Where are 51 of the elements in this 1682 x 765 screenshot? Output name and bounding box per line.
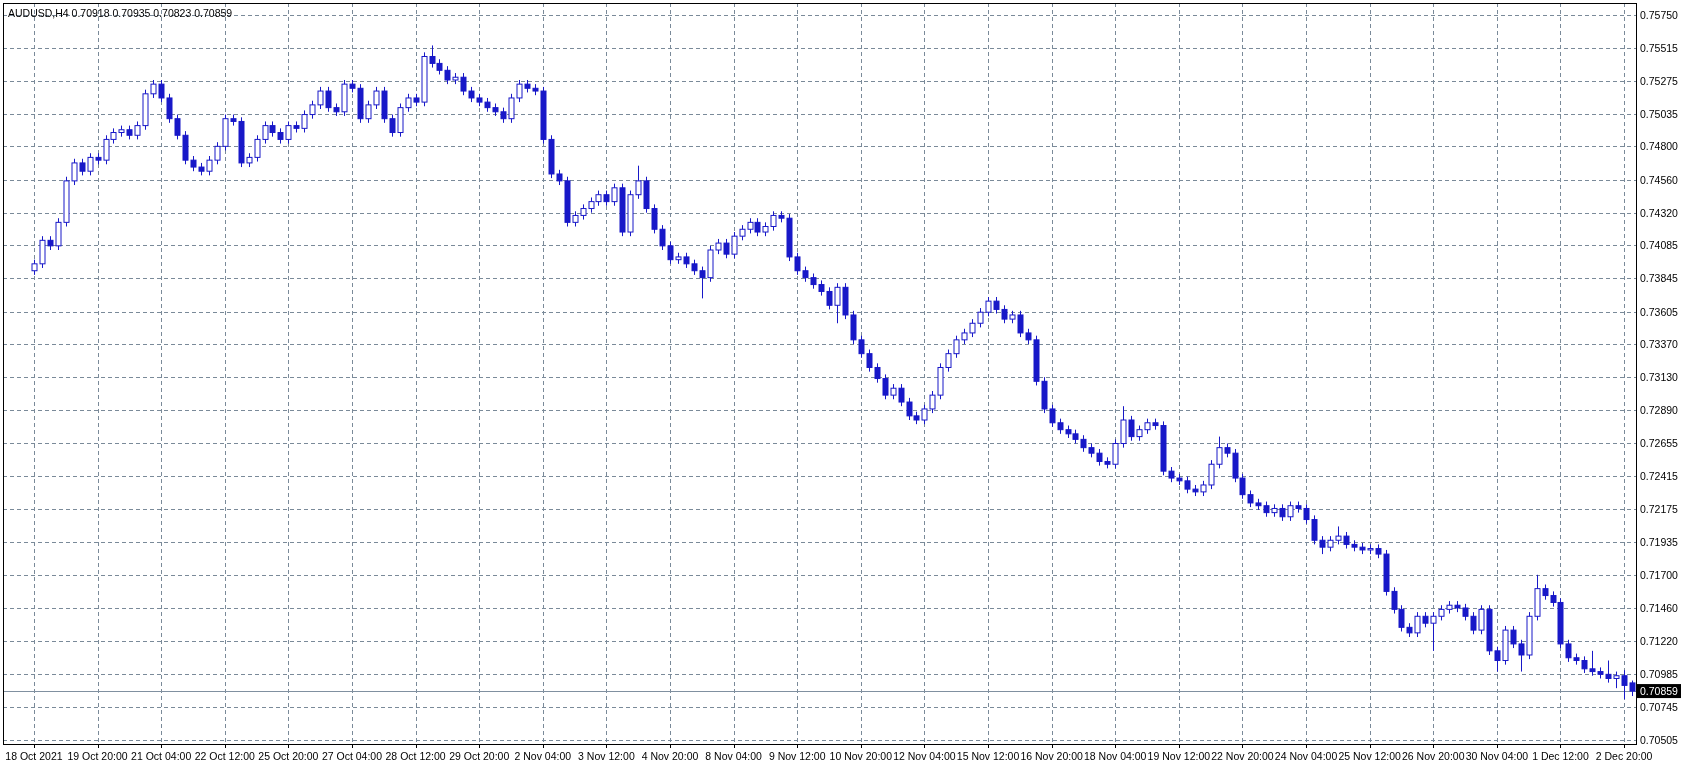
price-axis-label: 0.72890 (1640, 404, 1678, 417)
price-axis-label: 0.74085 (1640, 239, 1678, 252)
time-axis-label: 19 Nov 12:00 (1147, 750, 1211, 762)
price-axis-label: 0.74560 (1640, 173, 1678, 186)
time-axis-label: 22 Nov 20:00 (1211, 750, 1274, 762)
time-axis-label: 25 Nov 12:00 (1338, 750, 1401, 762)
price-axis-label: 0.75515 (1640, 41, 1678, 54)
price-axis-label: 0.70745 (1640, 700, 1678, 713)
price-axis-label: 0.75275 (1640, 74, 1678, 87)
time-axis-label: 10 Nov 20:00 (829, 750, 893, 762)
price-axis-label: 0.75035 (1640, 107, 1678, 120)
price-axis-label: 0.74800 (1640, 140, 1678, 153)
price-axis-label: 0.73845 (1640, 272, 1678, 285)
price-axis-label: 0.71700 (1640, 568, 1678, 581)
time-axis-label: 26 Nov 20:00 (1402, 750, 1465, 762)
price-axis-label: 0.72415 (1640, 470, 1678, 482)
time-axis-label: 25 Oct 20:00 (258, 750, 319, 762)
price-axis-label: 0.71220 (1640, 635, 1678, 648)
time-axis-label: 28 Oct 12:00 (385, 750, 446, 762)
time-axis-label: 18 Nov 04:00 (1084, 750, 1147, 762)
price-axis-label: 0.70505 (1640, 734, 1678, 746)
time-axis-label: 18 Oct 2021 (5, 750, 63, 762)
time-axis-label: 30 Nov 04:00 (1465, 750, 1529, 762)
time-axis-label: 2 Nov 04:00 (514, 750, 572, 762)
price-axis-label: 0.73605 (1640, 305, 1678, 318)
price-axis-label: 0.73370 (1640, 338, 1678, 350)
time-axis-label: 8 Nov 04:00 (705, 750, 762, 762)
time-axis-label: 19 Oct 20:00 (67, 750, 128, 762)
time-axis-label: 1 Dec 12:00 (1532, 750, 1589, 762)
time-axis-label: 29 Oct 20:00 (449, 750, 510, 762)
chart-header: AUDUSD,H4 0.70918 0.70935 0.70823 0.70859 (8, 7, 233, 19)
price-axis-label: 0.73130 (1640, 371, 1678, 384)
price-axis-label: 0.72655 (1640, 436, 1678, 449)
time-axis-label: 22 Oct 12:00 (194, 750, 255, 762)
time-axis-label: 4 Nov 20:00 (641, 750, 699, 762)
price-axis-label: 0.75750 (1640, 9, 1678, 22)
time-axis-label: 9 Nov 12:00 (768, 750, 826, 762)
price-axis-label: 0.70985 (1640, 667, 1678, 680)
time-axis-label: 21 Oct 04:00 (131, 750, 192, 762)
time-axis-label: 15 Nov 12:00 (956, 750, 1020, 762)
time-axis-label: 27 Oct 04:00 (321, 750, 383, 762)
time-axis-label: 3 Nov 12:00 (578, 750, 635, 762)
time-axis-label: 16 Nov 20:00 (1020, 750, 1083, 762)
price-axis-label: 0.71935 (1640, 536, 1678, 549)
price-axis-label: 0.72175 (1640, 503, 1678, 516)
time-axis-label: 2 Dec 20:00 (1595, 750, 1653, 762)
current-price-label: 0.70859 (1637, 684, 1681, 699)
time-axis-label: 24 Nov 04:00 (1274, 750, 1338, 762)
time-axis-label: 12 Nov 04:00 (893, 750, 956, 762)
price-axis-label: 0.71460 (1640, 602, 1678, 614)
price-axis-label: 0.74320 (1640, 206, 1678, 219)
